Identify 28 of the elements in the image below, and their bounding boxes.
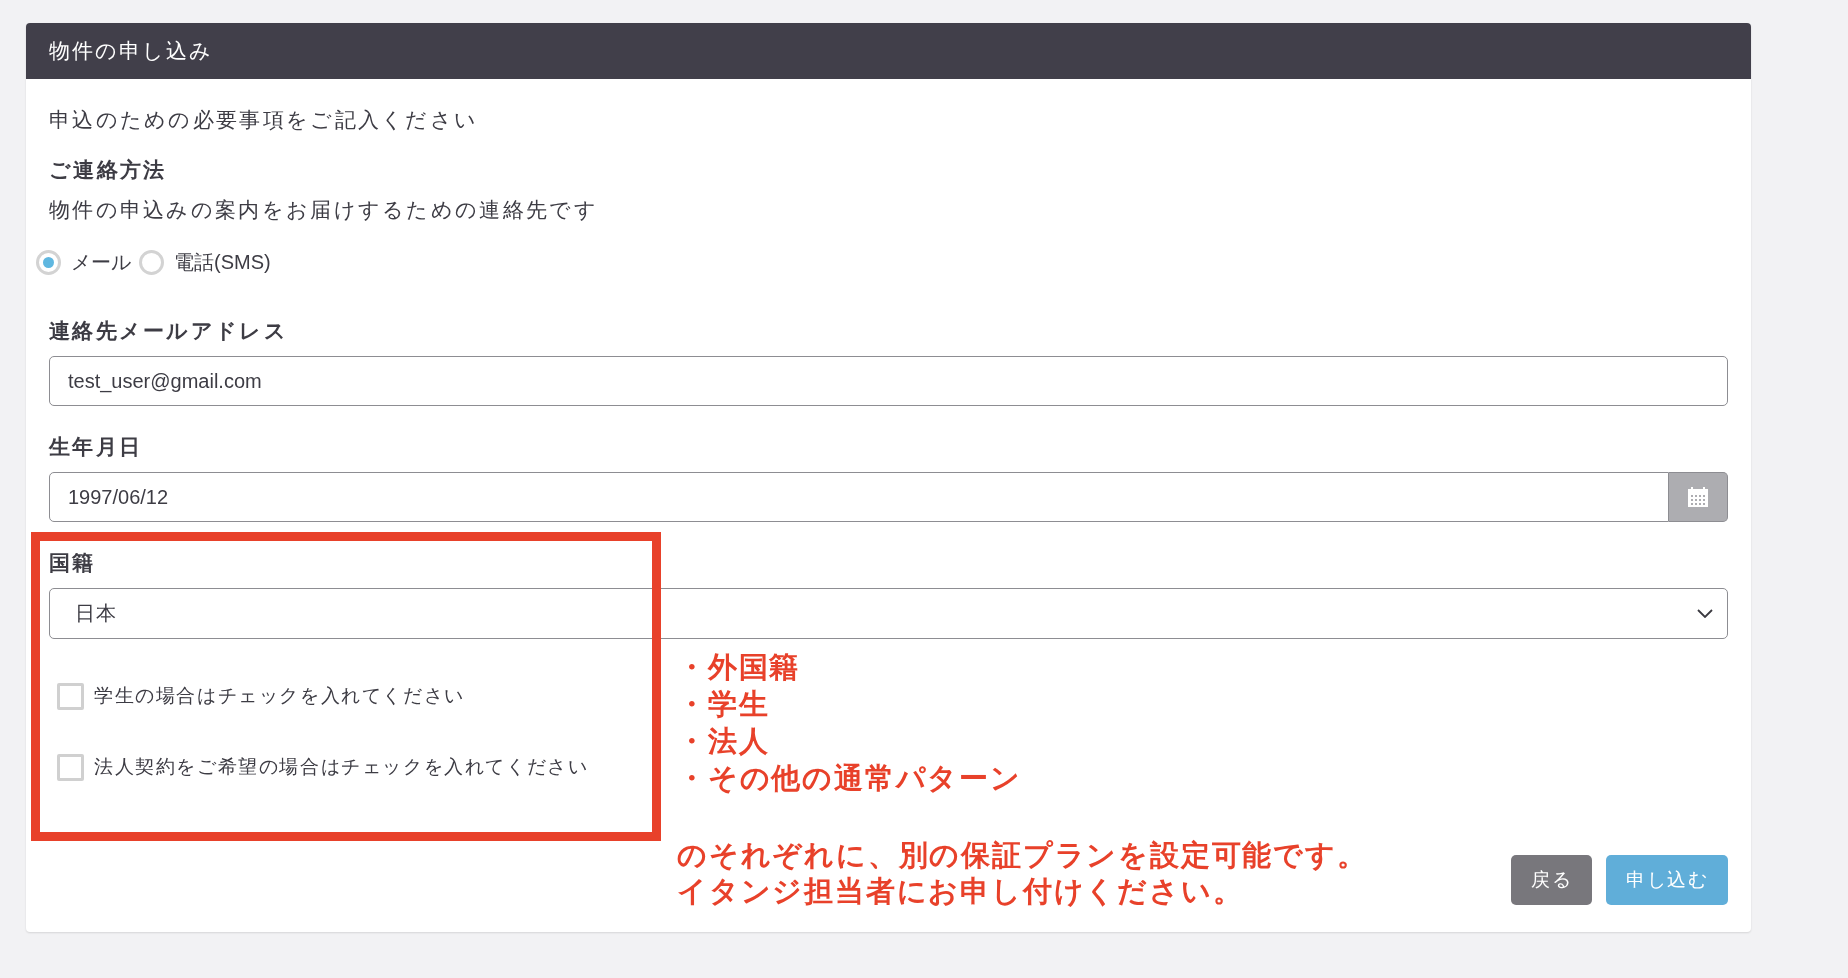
radio-label[interactable]: メール [71, 248, 131, 276]
intro-text: 申込のための必要事項をご記入ください [49, 107, 480, 133]
calendar-button[interactable] [1669, 472, 1728, 522]
description-text: 物件の申込みの案内をお届けするための連絡先です [49, 197, 599, 223]
checkbox[interactable] [57, 682, 84, 710]
annotation-item: ・外国籍 [677, 650, 802, 685]
checkbox-label[interactable]: 学生の場合はチェックを入れてください [94, 683, 465, 709]
field-label: 生年月日 [49, 434, 144, 460]
field-label: 国籍 [49, 550, 97, 576]
checkbox-label[interactable]: 法人契約をご希望の場合はチェックを入れてください [94, 754, 589, 780]
date-field[interactable]: 1997/06/12 [49, 472, 1669, 522]
email-field[interactable]: test_user@gmail.com [49, 356, 1728, 406]
nationality-dropdown[interactable]: 日本 [49, 588, 1728, 639]
checkbox[interactable] [57, 753, 84, 781]
annotation-item: ・学生 [677, 687, 771, 722]
calendar-icon [1688, 487, 1708, 507]
chevron-down-icon [1697, 609, 1713, 618]
card-title: 物件の申し込み [49, 38, 213, 64]
annotation-note: イタンジ担当者にお申し付けください。 [677, 874, 1245, 909]
field-label: 連絡先メールアドレス [49, 318, 289, 344]
annotation-item: ・法人 [677, 724, 771, 759]
annotation-note: のそれぞれに、別の保証プランを設定可能です。 [677, 838, 1368, 873]
radio-button[interactable] [139, 249, 164, 275]
radio-label[interactable]: 電話(SMS) [174, 248, 271, 276]
back-button[interactable]: 戻る [1511, 855, 1592, 905]
annotation-item: ・その他の通常パターン [677, 761, 1022, 796]
section-heading: ご連絡方法 [49, 157, 168, 183]
radio-button[interactable] [36, 249, 61, 275]
